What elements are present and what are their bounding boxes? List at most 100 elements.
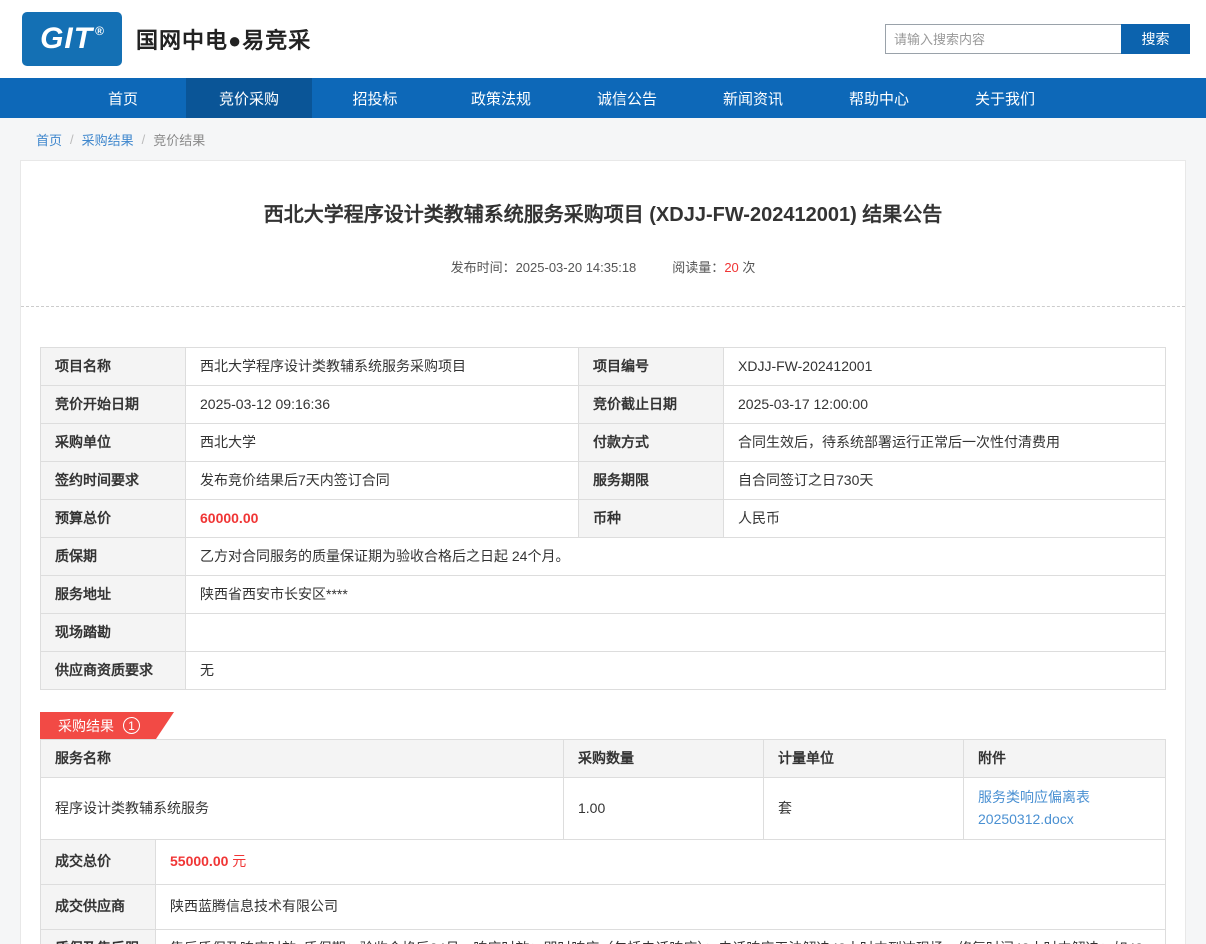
field-label: 成交总价	[40, 838, 156, 885]
service-name: 程序设计类教辅系统服务	[40, 777, 564, 840]
column-header: 计量单位	[763, 739, 964, 778]
nav-item-integrity-notice[interactable]: 诚信公告	[564, 78, 690, 118]
nav-item-about-us[interactable]: 关于我们	[942, 78, 1068, 118]
table-row: 竞价开始日期 2025-03-12 09:16:36 竞价截止日期 2025-0…	[40, 385, 1166, 424]
column-header: 采购数量	[563, 739, 764, 778]
field-value: 陕西省西安市长安区****	[185, 575, 1166, 614]
search-input[interactable]	[885, 24, 1121, 54]
field-label: 服务期限	[578, 461, 724, 500]
breadcrumb: 首页 / 采购结果 / 竞价结果	[0, 118, 1206, 160]
attachment-name-line2: 20250312.docx	[978, 811, 1074, 828]
page-title: 西北大学程序设计类教辅系统服务采购项目 (XDJJ-FW-202412001) …	[263, 204, 943, 226]
field-value: 无	[185, 651, 1166, 690]
field-value: 自合同签订之日730天	[723, 461, 1166, 500]
table-row: 项目名称 西北大学程序设计类教辅系统服务采购项目 项目编号 XDJJ-FW-20…	[40, 347, 1166, 386]
field-value: 人民币	[723, 499, 1166, 538]
field-value: 2025-03-17 12:00:00	[723, 385, 1166, 424]
purchase-result-table: 服务名称 采购数量 计量单位 附件 程序设计类教辅系统服务 1.00 套 服务类…	[40, 739, 1166, 840]
unit-of-measure: 套	[763, 777, 964, 840]
field-value: 西北大学程序设计类教辅系统服务采购项目	[185, 347, 579, 386]
publish-time-value: 2025-03-20 14:35:18	[515, 260, 637, 275]
logo[interactable]: GIT ®	[22, 12, 122, 66]
attachment-name-line1: 服务类响应偏离表	[978, 789, 1090, 805]
warranty-service-value: 售后质保及响应时效: 质保期：验收合格后24月。响应时效：即时响应（包括电话响应…	[155, 928, 1166, 944]
nav-item-tender[interactable]: 招投标	[312, 78, 438, 118]
table-row: 程序设计类教辅系统服务 1.00 套 服务类响应偏离表 20250312.docx	[40, 777, 1166, 840]
table-row: 服务地址 陕西省西安市长安区****	[40, 575, 1166, 614]
deal-total-amount: 55000.00	[170, 853, 229, 870]
table-row: 供应商资质要求 无	[40, 651, 1166, 690]
project-info-table: 项目名称 西北大学程序设计类教辅系统服务采购项目 项目编号 XDJJ-FW-20…	[40, 347, 1166, 690]
breadcrumb-home-link[interactable]: 首页	[36, 130, 62, 149]
field-value: 乙方对合同服务的质量保证期为验收合格后之日起 24个月。	[185, 537, 1166, 576]
nav-item-news[interactable]: 新闻资讯	[690, 78, 816, 118]
publish-time-label: 发布时间：	[450, 260, 516, 275]
views-unit: 次	[742, 260, 756, 275]
field-value: 合同生效后，待系统部署运行正常后一次性付清费用	[723, 423, 1166, 462]
field-label: 服务地址	[40, 575, 186, 614]
field-label: 币种	[578, 499, 724, 538]
article-meta: 发布时间：2025-03-20 14:35:18 阅读量：20 次	[21, 257, 1185, 276]
result-count-badge: 1	[123, 717, 140, 734]
registered-mark: ®	[95, 24, 104, 38]
nav-item-home[interactable]: 首页	[60, 78, 186, 118]
table-row: 现场踏勘	[40, 613, 1166, 652]
deal-total-cell: 55000.00 元	[155, 838, 1166, 885]
attachment-link[interactable]: 服务类响应偏离表 20250312.docx	[978, 786, 1151, 831]
content-card: 西北大学程序设计类教辅系统服务采购项目 (XDJJ-FW-202412001) …	[20, 160, 1186, 944]
breadcrumb-purchase-results-link[interactable]: 采购结果	[82, 130, 134, 149]
table-row: 成交供应商 陕西蓝腾信息技术有限公司	[40, 883, 1166, 930]
table-row: 签约时间要求 发布竞价结果后7天内签订合同 服务期限 自合同签订之日730天	[40, 461, 1166, 500]
nav-item-bidding-purchase[interactable]: 竞价采购	[186, 78, 312, 118]
deal-total-unit: 元	[232, 853, 247, 870]
column-header: 附件	[963, 739, 1166, 778]
table-row: 采购单位 西北大学 付款方式 合同生效后，待系统部署运行正常后一次性付清费用	[40, 423, 1166, 462]
breadcrumb-separator: /	[70, 131, 74, 147]
site-header: GIT® 国网中电●易竞采 搜索	[0, 0, 1206, 78]
views-label: 阅读量：	[672, 260, 725, 275]
field-value: XDJJ-FW-202412001	[723, 347, 1166, 386]
field-label: 竞价截止日期	[578, 385, 724, 424]
table-row: 质保及售后服务 售后质保及响应时效: 质保期：验收合格后24月。响应时效：即时响…	[40, 928, 1166, 944]
table-header-row: 服务名称 采购数量 计量单位 附件	[40, 739, 1166, 778]
field-value: 发布竞价结果后7天内签订合同	[185, 461, 579, 500]
field-label: 供应商资质要求	[40, 651, 186, 690]
field-label: 项目编号	[578, 347, 724, 386]
field-label: 预算总价	[40, 499, 186, 538]
table-row: 质保期 乙方对合同服务的质量保证期为验收合格后之日起 24个月。	[40, 537, 1166, 576]
deal-summary-table: 成交总价 55000.00 元 成交供应商 陕西蓝腾信息技术有限公司 质保及售后…	[40, 838, 1166, 944]
field-label: 采购单位	[40, 423, 186, 462]
field-label: 付款方式	[578, 423, 724, 462]
column-header: 服务名称	[40, 739, 564, 778]
field-value: 西北大学	[185, 423, 579, 462]
breadcrumb-current: 竞价结果	[153, 132, 206, 148]
divider-dashed	[21, 306, 1185, 307]
field-value: 2025-03-12 09:16:36	[185, 385, 579, 424]
field-label: 项目名称	[40, 347, 186, 386]
brand-title: 国网中电●易竞采	[136, 28, 312, 53]
purchase-result-ribbon: 采购结果 1	[40, 712, 174, 739]
search-button[interactable]: 搜索	[1121, 24, 1190, 54]
views-count: 20	[724, 260, 739, 275]
logo-text: GIT	[40, 22, 94, 55]
budget-total-value: 60000.00	[185, 499, 579, 538]
field-label: 现场踏勘	[40, 613, 186, 652]
ribbon-label: 采购结果	[58, 717, 114, 734]
breadcrumb-separator: /	[141, 131, 146, 147]
page: GIT® 国网中电●易竞采 搜索 首页 竞价采购 招投标 政策法规 诚信公告 新…	[0, 0, 1206, 944]
nav-item-help-center[interactable]: 帮助中心	[816, 78, 942, 118]
field-label: 签约时间要求	[40, 461, 186, 500]
purchase-quantity: 1.00	[563, 777, 764, 840]
nav-item-policies[interactable]: 政策法规	[438, 78, 564, 118]
field-label: 竞价开始日期	[40, 385, 186, 424]
search-bar: 搜索	[885, 24, 1190, 54]
table-row: 成交总价 55000.00 元	[40, 838, 1166, 885]
field-label: 质保及售后服务	[40, 928, 156, 944]
field-label: 质保期	[40, 537, 186, 576]
table-row: 预算总价 60000.00 币种 人民币	[40, 499, 1166, 538]
main-nav: 首页 竞价采购 招投标 政策法规 诚信公告 新闻资讯 帮助中心 关于我们	[0, 78, 1206, 118]
deal-supplier-value: 陕西蓝腾信息技术有限公司	[155, 883, 1166, 930]
attachment-cell: 服务类响应偏离表 20250312.docx	[963, 777, 1166, 840]
field-label: 成交供应商	[40, 883, 156, 930]
field-value	[185, 613, 1166, 652]
